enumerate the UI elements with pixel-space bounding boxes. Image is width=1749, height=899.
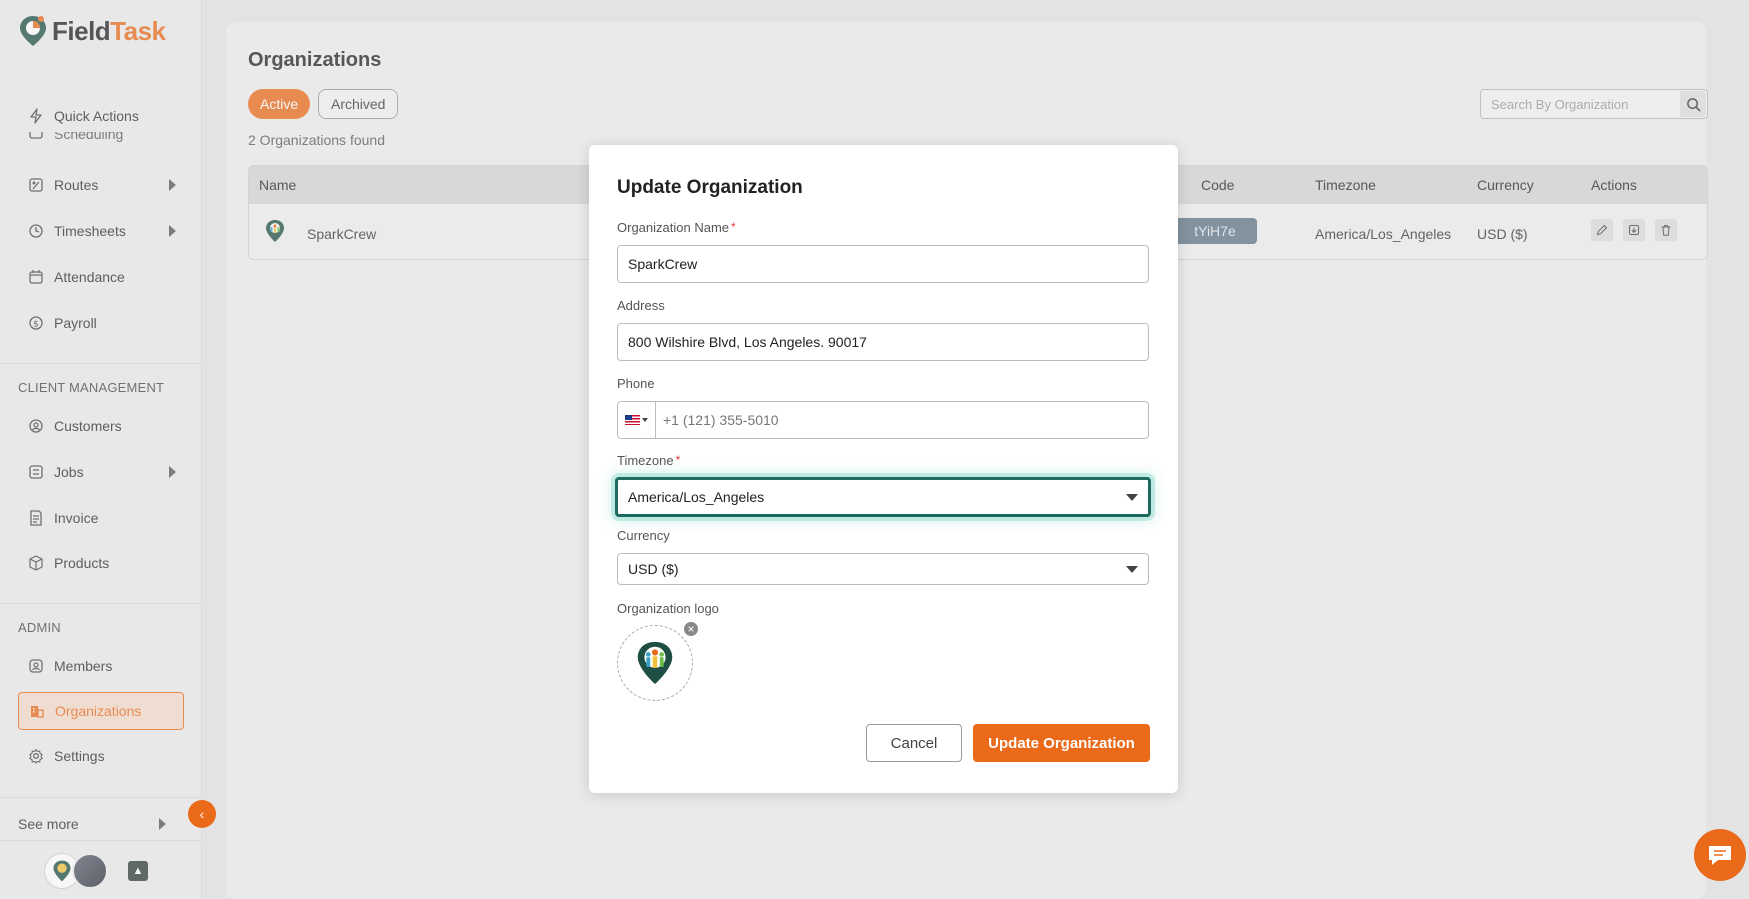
org-name-label: Organization Name * bbox=[617, 220, 736, 235]
address-field bbox=[617, 323, 1149, 361]
timezone-selected-value: America/Los_Angeles bbox=[628, 489, 765, 505]
update-organization-button[interactable]: Update Organization bbox=[973, 724, 1150, 762]
caret-down-icon bbox=[1126, 494, 1138, 501]
currency-label: Currency bbox=[617, 528, 670, 543]
chat-icon bbox=[1709, 846, 1731, 865]
caret-down-icon bbox=[1126, 566, 1138, 573]
required-mark: * bbox=[731, 220, 736, 234]
phone-input[interactable] bbox=[663, 412, 1133, 428]
org-name-field bbox=[617, 245, 1149, 283]
remove-logo-button[interactable]: × bbox=[682, 620, 700, 638]
address-input[interactable] bbox=[628, 334, 1148, 350]
org-name-input[interactable] bbox=[628, 256, 1148, 272]
dialog-title: Update Organization bbox=[617, 177, 803, 198]
org-logo-icon bbox=[637, 641, 673, 685]
phone-field bbox=[617, 401, 1149, 439]
country-selector[interactable] bbox=[618, 402, 656, 438]
org-logo-upload[interactable] bbox=[617, 625, 693, 701]
sidebar-collapse-button[interactable]: ‹ bbox=[188, 800, 216, 828]
required-mark: * bbox=[675, 453, 681, 467]
cancel-button[interactable]: Cancel bbox=[866, 724, 962, 762]
org-logo-label: Organization logo bbox=[617, 601, 719, 616]
address-label: Address bbox=[617, 298, 665, 313]
timezone-select[interactable]: America/Los_Angeles bbox=[615, 477, 1151, 517]
currency-select[interactable]: USD ($) bbox=[617, 553, 1149, 585]
phone-label: Phone bbox=[617, 376, 655, 391]
chat-button[interactable] bbox=[1694, 829, 1746, 881]
currency-selected-value: USD ($) bbox=[628, 561, 679, 577]
us-flag-icon bbox=[625, 415, 640, 425]
timezone-label: Timezone * bbox=[617, 453, 681, 468]
update-organization-dialog: Update Organization Organization Name* A… bbox=[589, 145, 1178, 793]
chevron-left-icon: ‹ bbox=[199, 806, 205, 822]
close-icon: × bbox=[687, 622, 695, 636]
caret-down-icon bbox=[642, 418, 648, 422]
